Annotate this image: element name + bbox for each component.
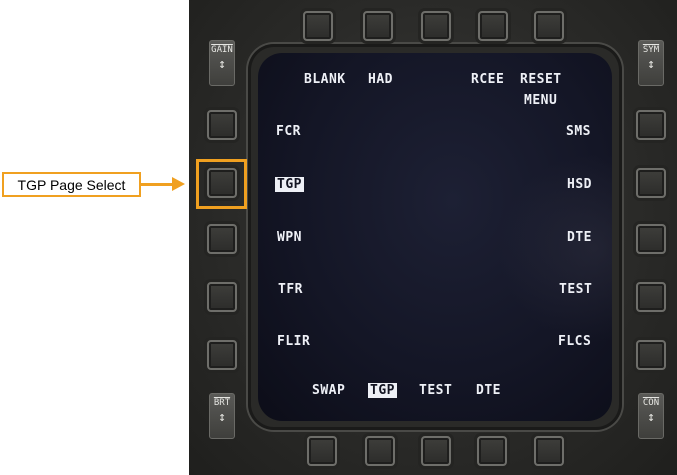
mfd-label-menu: MENU xyxy=(524,93,558,108)
arrow-up-down-icon: ↕ xyxy=(647,57,655,72)
arrow-up-down-icon: ↕ xyxy=(218,57,226,72)
osb-right-5[interactable] xyxy=(636,340,666,370)
osb-bottom-3[interactable] xyxy=(421,436,451,466)
mfd-label-tfr: TFR xyxy=(278,282,303,297)
osb-top-3[interactable] xyxy=(421,11,451,41)
mfd-label-tgp-bottom: TGP xyxy=(368,383,397,398)
osb-top-5[interactable] xyxy=(534,11,564,41)
mfd-label-reset: RESET xyxy=(520,72,562,87)
mfd-label-dte-bottom: DTE xyxy=(476,383,501,398)
sym-rocker[interactable]: SYM ↕ xyxy=(638,40,664,86)
gain-label: GAIN xyxy=(211,45,233,55)
arrow-up-down-icon: ↕ xyxy=(218,410,226,425)
mfd-label-test-bottom: TEST xyxy=(419,383,453,398)
mfd-label-swap: SWAP xyxy=(312,383,346,398)
mfd-label-hsd: HSD xyxy=(567,177,592,192)
sym-label: SYM xyxy=(642,45,660,55)
osb-top-1[interactable] xyxy=(303,11,333,41)
osb-left-5[interactable] xyxy=(207,340,237,370)
brt-label: BRT xyxy=(213,398,231,408)
mfd-label-tgp-selected: TGP xyxy=(275,177,304,192)
osb-right-1[interactable] xyxy=(636,110,666,140)
osb-left-4[interactable] xyxy=(207,282,237,312)
brt-rocker[interactable]: BRT ↕ xyxy=(209,393,235,439)
mfd-label-flcs: FLCS xyxy=(558,334,592,349)
gain-rocker[interactable]: GAIN ↕ xyxy=(209,40,235,86)
arrow-up-down-icon: ↕ xyxy=(647,410,655,425)
screen-shading xyxy=(498,153,612,343)
osb-bottom-1[interactable] xyxy=(307,436,337,466)
osb-right-2[interactable] xyxy=(636,168,666,198)
osb-bottom-4[interactable] xyxy=(477,436,507,466)
osb-right-3[interactable] xyxy=(636,224,666,254)
osb-left-3[interactable] xyxy=(207,224,237,254)
mfd-label-dte: DTE xyxy=(567,230,592,245)
osb-bottom-2[interactable] xyxy=(365,436,395,466)
mfd-screen xyxy=(258,53,612,421)
con-rocker[interactable]: CON ↕ xyxy=(638,393,664,439)
mfd-label-sms: SMS xyxy=(566,124,591,139)
mfd-label-fcr: FCR xyxy=(276,124,301,139)
osb-left-1[interactable] xyxy=(207,110,237,140)
callout-arrow-icon xyxy=(172,177,185,191)
mfd-label-test: TEST xyxy=(559,282,593,297)
osb-bottom-5[interactable] xyxy=(534,436,564,466)
osb-top-2[interactable] xyxy=(363,11,393,41)
tgp-page-select-callout: TGP Page Select xyxy=(2,172,141,197)
mfd-label-blank: BLANK xyxy=(304,72,346,87)
mfd-label-flir: FLIR xyxy=(277,334,311,349)
osb-right-4[interactable] xyxy=(636,282,666,312)
tgp-osb-highlight xyxy=(196,159,247,209)
callout-arrow-line xyxy=(141,183,175,186)
osb-top-4[interactable] xyxy=(478,11,508,41)
con-label: CON xyxy=(642,398,660,408)
mfd-label-wpn: WPN xyxy=(277,230,302,245)
mfd-label-rcee: RCEE xyxy=(471,72,505,87)
mfd-label-had: HAD xyxy=(368,72,393,87)
